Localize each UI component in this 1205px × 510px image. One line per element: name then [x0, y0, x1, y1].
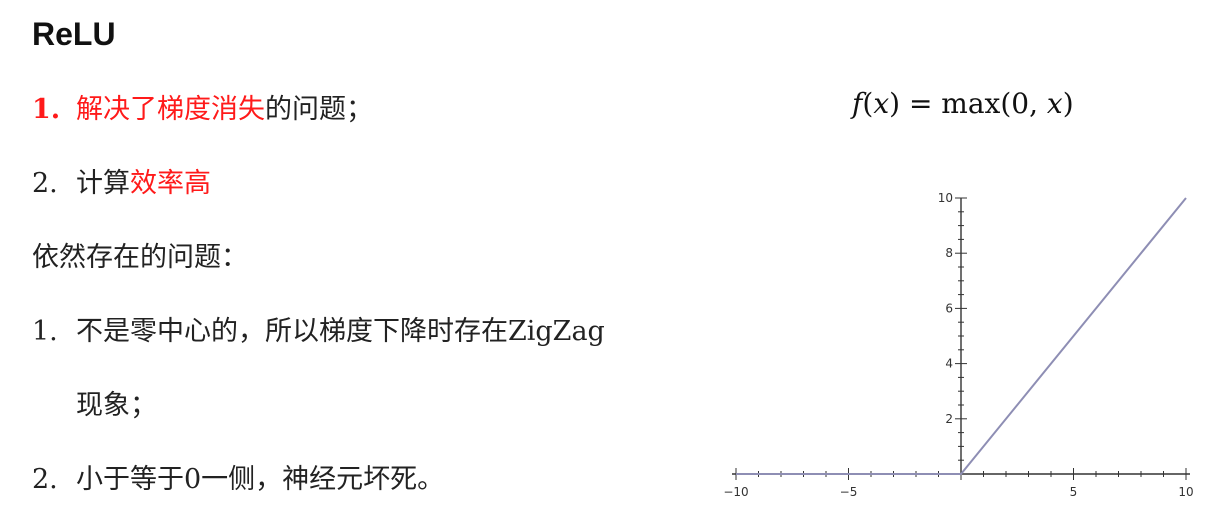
x-tick-label: −10: [723, 485, 748, 499]
advantage-item-2: 2. 计算效率高: [32, 166, 211, 202]
y-tick-label: 6: [945, 301, 953, 315]
advantage-item-1: 1. 解决了梯度消失的问题；: [32, 92, 373, 128]
advantage-number: 1.: [32, 94, 61, 125]
issue-text: 不是零中心的，所以梯度下降时存在ZigZag: [76, 316, 605, 347]
issue-number: 2.: [32, 464, 58, 495]
formula-function: f: [852, 87, 863, 120]
x-ticks: −10 −5 5 10: [723, 485, 1193, 499]
issue-item-1-continuation: 现象；: [76, 390, 157, 421]
advantage-highlight: 解决了梯度消失: [76, 94, 265, 125]
x-tick-label: 5: [1070, 485, 1078, 499]
advantage-text: 计算: [76, 168, 130, 199]
formula-end: ): [1062, 87, 1074, 120]
y-tick-label: 8: [945, 246, 953, 260]
x-tick-label: 10: [1178, 485, 1193, 499]
y-tick-label: 10: [938, 191, 953, 205]
relu-chart: −10 −5 5 10 2 4 6 8 10: [723, 191, 1193, 499]
issues-heading: 依然存在的问题：: [32, 242, 248, 273]
issue-item-1: 1. 不是零中心的，所以梯度下降时存在ZigZag: [32, 314, 605, 350]
formula-paren-close: ): [889, 87, 901, 120]
advantage-text: 的问题；: [265, 94, 373, 125]
relu-formula: f(x) = max(0, x): [852, 86, 1074, 122]
issue-text: 小于等于0一侧，神经元坏死。: [76, 464, 445, 495]
issue-item-2: 2. 小于等于0一侧，神经元坏死。: [32, 462, 444, 498]
advantage-highlight: 效率高: [130, 168, 211, 199]
formula-variable-2: x: [1046, 87, 1063, 120]
y-tick-label: 4: [945, 357, 953, 371]
formula-equals-max: = max(0,: [900, 87, 1047, 120]
slide-title: ReLU: [32, 16, 116, 52]
formula-paren-open: (: [862, 87, 874, 120]
advantage-number: 2.: [32, 168, 58, 199]
y-ticks: 2 4 6 8 10: [938, 191, 953, 426]
issue-number: 1.: [32, 316, 58, 347]
x-tick-label: −5: [840, 485, 858, 499]
y-tick-label: 2: [945, 412, 953, 426]
formula-variable: x: [873, 87, 890, 120]
